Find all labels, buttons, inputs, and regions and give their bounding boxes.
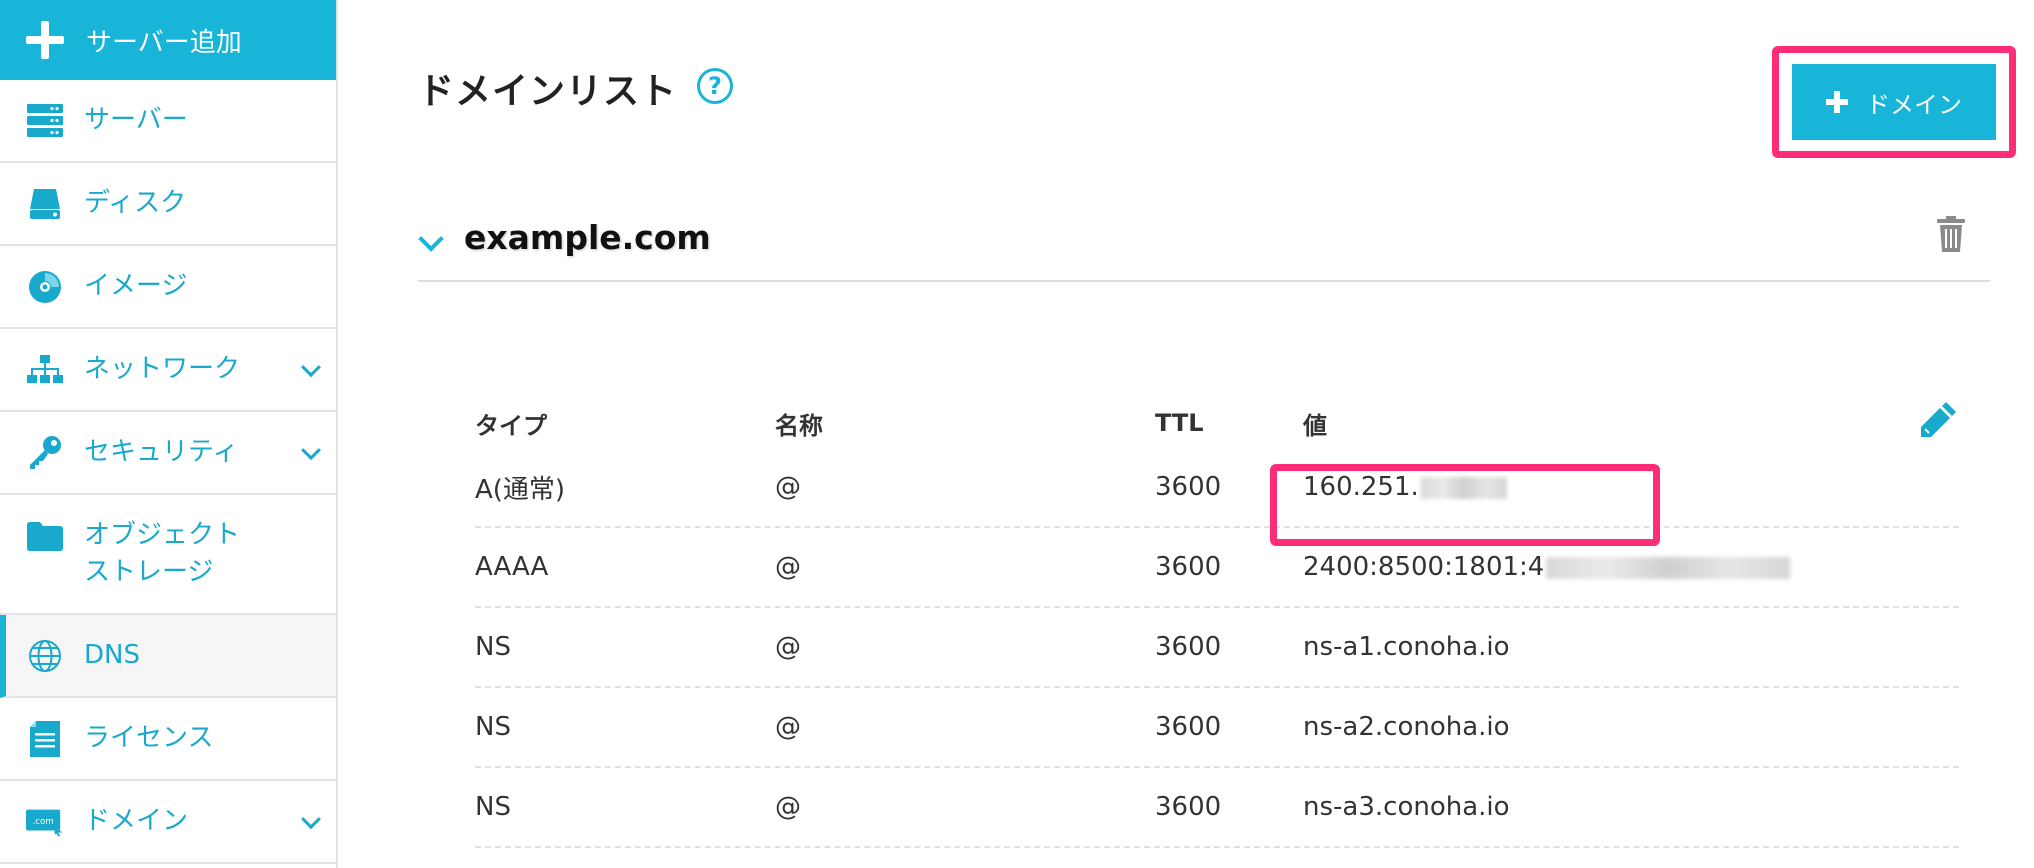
license-icon xyxy=(26,720,64,758)
svg-text:.com: .com xyxy=(33,816,54,826)
sidebar-item-domain[interactable]: .com ドメイン xyxy=(0,781,336,864)
record-value: ns-a1.conoha.io xyxy=(1303,632,1510,662)
main-content: ドメインリスト ? ドメイン example.com タイプ 名称 TTL 値 … xyxy=(340,0,2034,868)
sidebar-item-disk[interactable]: ディスク xyxy=(0,163,336,246)
plus-icon xyxy=(1826,91,1848,113)
sidebar-item-label: ディスク xyxy=(84,188,187,218)
record-ttl: 3600 xyxy=(1155,632,1222,662)
help-icon[interactable]: ? xyxy=(697,68,733,104)
record-ttl: 3600 xyxy=(1155,552,1222,582)
globe-icon xyxy=(26,637,64,675)
disk-icon xyxy=(26,185,64,223)
sidebar-item-image[interactable]: イメージ xyxy=(0,246,336,329)
plus-icon xyxy=(26,21,64,59)
record-name: @ xyxy=(775,632,801,662)
record-name: @ xyxy=(775,472,801,502)
chevron-down-icon[interactable] xyxy=(301,356,321,377)
record-value-text: 2400:8500:1801:4 xyxy=(1303,552,1545,582)
table-row[interactable]: A(通常) @ 3600 160.251. xyxy=(475,448,1959,528)
chevron-down-icon[interactable] xyxy=(418,226,444,252)
column-header-value: 値 xyxy=(1303,411,1327,440)
column-header-type: タイプ xyxy=(475,411,547,440)
chevron-down-icon[interactable] xyxy=(301,439,321,460)
sidebar-item-label: ドメイン xyxy=(84,806,189,836)
sidebar-item-label: サーバー xyxy=(84,105,188,135)
key-icon xyxy=(26,434,64,472)
sidebar-item-label-line2: ストレージ xyxy=(84,557,214,587)
server-icon xyxy=(26,102,64,140)
sidebar-item-label: DNS xyxy=(84,640,140,670)
domain-name: example.com xyxy=(464,218,711,257)
trash-icon[interactable] xyxy=(1936,216,1970,254)
table-row[interactable]: NS @ 3600 ns-a1.conoha.io xyxy=(475,608,1959,688)
record-name: @ xyxy=(775,712,801,742)
image-icon xyxy=(26,268,64,306)
record-name: @ xyxy=(775,552,801,582)
record-type: A(通常) xyxy=(475,474,566,505)
sidebar-item-label: イメージ xyxy=(84,271,188,301)
sidebar-item-label: ネットワーク xyxy=(84,354,241,384)
sidebar-item-server[interactable]: サーバー xyxy=(0,80,336,163)
network-icon xyxy=(26,351,64,389)
record-ttl: 3600 xyxy=(1155,712,1222,742)
folder-icon xyxy=(26,517,64,555)
record-type: NS xyxy=(475,792,511,822)
record-ttl: 3600 xyxy=(1155,792,1222,822)
record-value: ns-a2.conoha.io xyxy=(1303,712,1510,742)
domain-header: example.com xyxy=(418,212,1990,282)
record-value: 2400:8500:1801:4 xyxy=(1303,552,1959,582)
sidebar: サーバー追加 サーバー ディスク イメージ ネットワーク セキュリティ オブジェ… xyxy=(0,0,338,868)
add-domain-button[interactable]: ドメイン xyxy=(1792,64,1996,140)
sidebar-item-object-storage[interactable]: オブジェクト ストレージ xyxy=(0,495,336,615)
add-server-button[interactable]: サーバー追加 xyxy=(0,0,336,80)
chevron-down-icon[interactable] xyxy=(301,808,321,829)
sidebar-item-network[interactable]: ネットワーク xyxy=(0,329,336,412)
sidebar-item-label: ライセンス xyxy=(84,723,214,753)
sidebar-item-label-line1: オブジェクト xyxy=(84,520,241,550)
redacted-value xyxy=(1546,556,1791,579)
add-domain-label: ドメイン xyxy=(1866,90,1962,119)
sidebar-item-security[interactable]: セキュリティ xyxy=(0,412,336,495)
column-header-ttl: TTL xyxy=(1155,409,1204,437)
dns-records-table: タイプ 名称 TTL 値 A(通常) @ 3600 160.251. AAAA … xyxy=(475,398,1959,848)
table-row[interactable]: AAAA @ 3600 2400:8500:1801:4 xyxy=(475,528,1959,608)
table-row[interactable]: NS @ 3600 ns-a2.conoha.io xyxy=(475,688,1959,768)
sidebar-item-dns[interactable]: DNS xyxy=(0,615,336,698)
record-value: ns-a3.conoha.io xyxy=(1303,792,1510,822)
record-type: NS xyxy=(475,632,511,662)
record-type: NS xyxy=(475,712,511,742)
record-name: @ xyxy=(775,792,801,822)
page-title: ドメインリスト xyxy=(418,71,678,112)
table-header: タイプ 名称 TTL 値 xyxy=(475,398,1959,448)
record-type: AAAA xyxy=(475,552,549,582)
sidebar-item-label: セキュリティ xyxy=(84,437,239,467)
highlight-box xyxy=(1270,464,1660,546)
add-server-label: サーバー追加 xyxy=(86,27,242,58)
table-row[interactable]: NS @ 3600 ns-a3.conoha.io xyxy=(475,768,1959,848)
sidebar-item-label: オブジェクト ストレージ xyxy=(84,517,240,591)
sidebar-item-license[interactable]: ライセンス xyxy=(0,698,336,781)
column-header-name: 名称 xyxy=(775,411,823,440)
domain-icon: .com xyxy=(26,803,64,841)
